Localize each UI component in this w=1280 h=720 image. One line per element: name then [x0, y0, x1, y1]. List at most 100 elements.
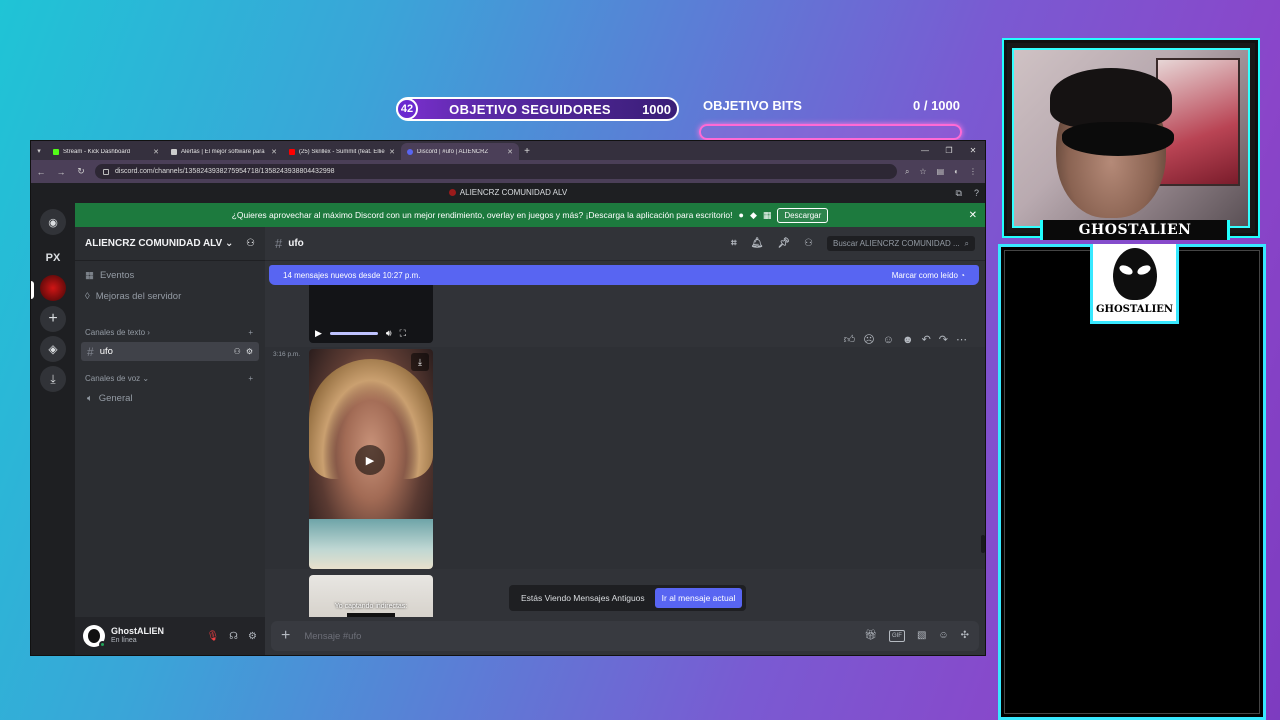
url-field[interactable]: discord.com/channels/1358243938275954718… [95, 164, 897, 179]
extensions-icon[interactable]: ▤ [937, 167, 945, 177]
fullscreen-icon[interactable]: ⛶ [400, 328, 406, 339]
volume-icon[interactable]: 🔊︎ [386, 328, 392, 339]
logo-text: GHOSTALIEN [1095, 304, 1174, 315]
category-label: Canales de voz [85, 374, 141, 383]
add-channel-icon[interactable]: + [248, 328, 253, 337]
members-icon[interactable]: ⚇ [804, 238, 813, 249]
close-window-icon[interactable]: ✕ [961, 141, 985, 160]
close-icon[interactable]: ✕ [271, 148, 277, 156]
user-info[interactable]: GhostALIEN En línea [111, 626, 164, 645]
video-attachment[interactable]: ▶ ⤓ [309, 349, 433, 569]
reply-icon[interactable]: ↶ [922, 333, 931, 346]
server-header[interactable]: ALIENCRZ COMUNIDAD ALV ⌄ ⚇ [75, 227, 265, 261]
emoji-icon[interactable]: ☺ [938, 630, 948, 642]
attach-plus-icon[interactable]: + [281, 627, 290, 645]
back-icon[interactable]: ← [35, 167, 47, 177]
headphones-icon[interactable]: ☊ [229, 631, 238, 642]
alertas-icon [171, 148, 177, 155]
search-input[interactable]: Buscar ALIENCRZ COMUNIDAD ... ⌕ [827, 236, 975, 251]
tab-search-icon[interactable]: ▾ [31, 141, 47, 160]
tab-youtube[interactable]: (25) Skrillex - Summit (feat. Ellie ✕ [283, 143, 401, 160]
new-messages-bar[interactable]: 14 mensajes nuevos desde 10:27 p.m. Marc… [269, 265, 979, 285]
add-reaction-icon[interactable]: ☻ [902, 334, 914, 346]
avatar[interactable] [83, 625, 106, 648]
inbox-icon[interactable]: ⧉ [956, 183, 962, 203]
apps-icon[interactable]: ✣ [961, 630, 969, 642]
grin-reaction-icon[interactable]: ☺ [883, 334, 894, 346]
help-icon[interactable]: ? [974, 183, 979, 203]
site-info-icon[interactable] [103, 168, 109, 175]
download-button[interactable]: Descargar [777, 207, 829, 223]
discord-icon [407, 148, 413, 155]
forward-icon[interactable]: ↷ [939, 333, 948, 346]
discord-home-icon[interactable]: ◉ [40, 209, 66, 235]
tab-kick[interactable]: Stream - Kick Dashboard ✕ [47, 143, 165, 160]
bits-goal-progress [699, 124, 962, 140]
tab-discord[interactable]: Discord | #ufo | ALIENCRZ ✕ [401, 143, 519, 160]
gear-icon[interactable]: ⚙ [248, 631, 257, 642]
threads-icon[interactable]: ⌗ [731, 238, 737, 249]
username: GhostALIEN [111, 626, 164, 637]
close-icon[interactable]: ✕ [507, 148, 513, 156]
channel-ufo[interactable]: # ufo ⚇ ⚙ [81, 342, 259, 361]
pin-icon[interactable]: 📌︎ [777, 238, 790, 249]
server-px[interactable]: PX [40, 245, 66, 271]
composer-icons: 🎁︎ GIF ▧ ☺ ✣ [864, 630, 969, 642]
profile-icon[interactable]: ◐ [954, 167, 959, 177]
search-icon: ⌕ [964, 238, 969, 248]
compass-icon[interactable]: ◈ [40, 336, 66, 362]
play-icon[interactable]: ▶ [355, 445, 385, 475]
invite-icon[interactable]: ⚇ [234, 347, 241, 356]
server-aliencrz[interactable] [40, 275, 66, 301]
video-attachment[interactable]: Yo captando indirectas: [309, 575, 433, 617]
events-item[interactable]: ▦ Eventos [85, 270, 134, 281]
voice-channel-general[interactable]: 🔈︎ General [81, 389, 259, 408]
new-tab-button[interactable]: + [519, 143, 535, 160]
more-icon[interactable]: ⋯ [956, 333, 967, 346]
bell-icon[interactable]: 🔔︎ [751, 238, 764, 249]
minimize-icon[interactable]: — [913, 141, 937, 160]
reload-icon[interactable]: ↻ [75, 166, 87, 177]
gear-icon[interactable]: ⚙ [246, 347, 253, 356]
invite-icon[interactable]: ⚇ [246, 238, 255, 249]
download-icon[interactable]: ⤓ [411, 353, 429, 371]
forward-icon[interactable]: → [55, 167, 67, 177]
banner-text: ¿Quieres aprovechar al máximo Discord co… [231, 210, 733, 220]
thumbs-up-reaction-icon[interactable]: 👍︎ [844, 333, 856, 346]
face-reaction-icon[interactable]: ☹ [863, 333, 874, 346]
tab-alertas[interactable]: Alertas | El mejor software para ✕ [165, 143, 283, 160]
close-icon[interactable]: ✕ [389, 148, 395, 156]
scrollbar[interactable] [981, 535, 985, 553]
play-icon[interactable]: ▶ [315, 328, 322, 339]
jump-to-present-button[interactable]: Ir al mensaje actual [654, 588, 743, 608]
boost-item[interactable]: ◊ Mejoras del servidor [85, 291, 181, 302]
maximize-icon[interactable]: ❐ [937, 141, 961, 160]
boost-icon: ◊ [85, 291, 90, 302]
search-placeholder: Buscar ALIENCRZ COMUNIDAD ... [833, 239, 960, 248]
gif-icon[interactable]: GIF [888, 630, 905, 642]
tab-label: Stream - Kick Dashboard [63, 148, 131, 155]
gift-icon[interactable]: 🎁︎ [864, 630, 877, 642]
mark-read-button[interactable]: Marcar como leído ◔ [892, 271, 965, 280]
message-actions: 👍︎ ☹ ☺ ☻ ↶ ↷ ⋯ [844, 333, 967, 347]
voice-channels-category[interactable]: Canales de voz ⌄ + [85, 374, 253, 383]
window-controls: — ❐ ✕ [913, 141, 985, 160]
close-icon[interactable]: ✕ [153, 148, 159, 156]
mic-muted-icon[interactable]: 🎙︎ [206, 631, 219, 642]
user-controls: 🎙︎ ☊ ⚙ [206, 631, 257, 642]
volume-slider[interactable] [329, 331, 378, 335]
new-messages-text: 14 mensajes nuevos desde 10:27 p.m. [283, 270, 421, 280]
video-attachment[interactable]: ▶ 🔊︎ ⛶ [309, 285, 433, 343]
bookmark-star-icon[interactable]: ☆ [919, 167, 926, 177]
sticker-icon[interactable]: ▧ [917, 630, 926, 642]
user-panel: GhostALIEN En línea 🎙︎ ☊ ⚙ [75, 617, 265, 655]
calendar-icon: ▦ [85, 270, 94, 281]
message-input[interactable]: Mensaje #ufo [304, 631, 850, 642]
zoom-icon[interactable]: ⌕ [905, 167, 909, 177]
text-channels-category[interactable]: Canales de texto › + [85, 328, 253, 337]
more-menu-icon[interactable]: ⋮ [969, 167, 977, 177]
add-channel-icon[interactable]: + [248, 374, 253, 383]
download-icon[interactable]: ⤓ [40, 366, 66, 392]
add-server-icon[interactable]: + [40, 306, 66, 332]
close-icon[interactable]: ✕ [969, 210, 977, 221]
